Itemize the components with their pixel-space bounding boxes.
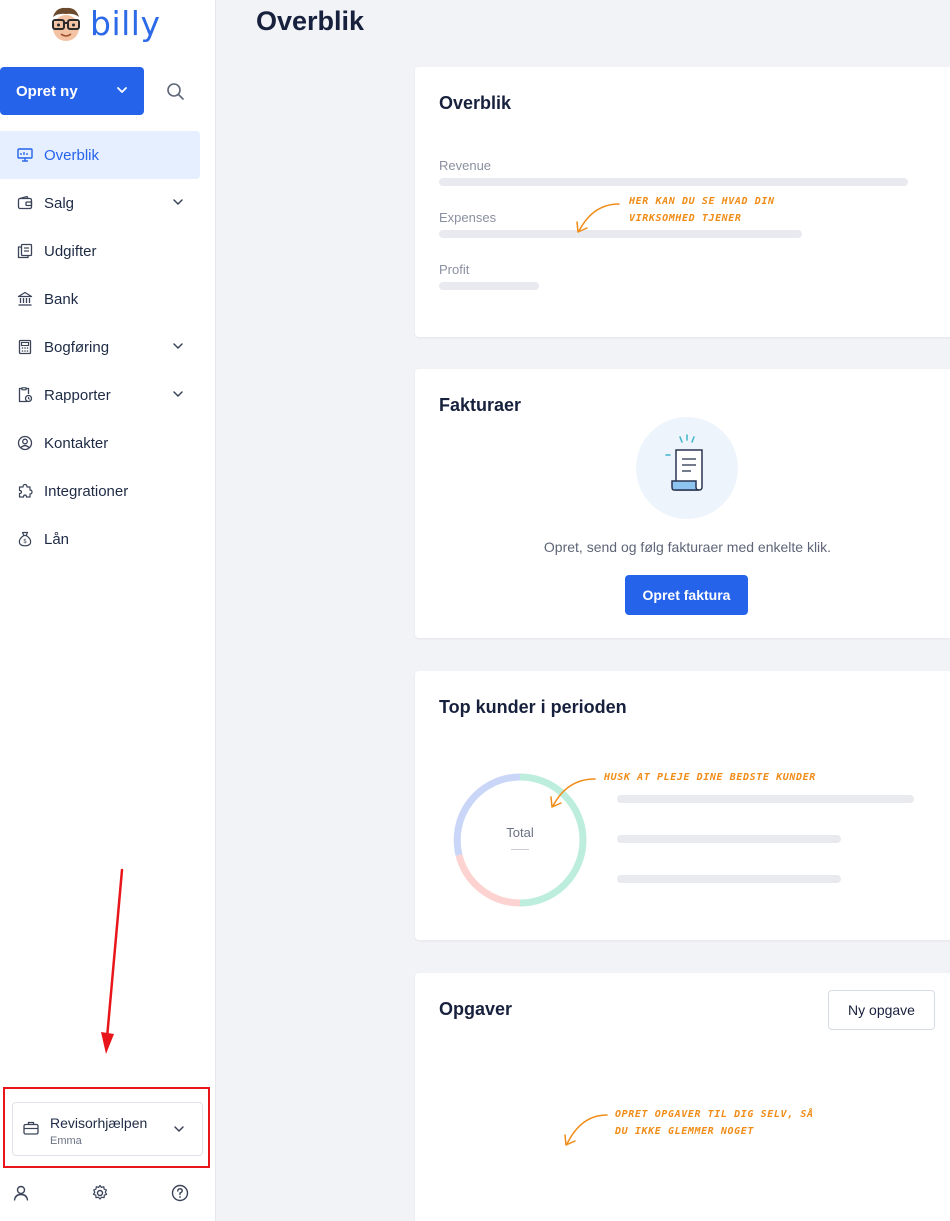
sidebar-item-rapporter[interactable]: Rapporter <box>0 371 200 419</box>
sidebar-item-bogforing[interactable]: Bogføring <box>0 323 200 371</box>
customer-placeholder-bar <box>617 795 914 803</box>
top-customers-card: Top kunder i perioden Total Husk at plej… <box>415 671 950 940</box>
sidebar-item-label: Bank <box>44 290 79 308</box>
search-icon[interactable] <box>164 80 188 104</box>
sidebar-item-label: Integrationer <box>44 482 129 500</box>
overview-hint-line-1: Her kan du se hvad din <box>629 196 775 207</box>
organization-user: Emma <box>50 1135 82 1147</box>
chevron-down-icon[interactable] <box>172 196 184 208</box>
chevron-down-icon[interactable] <box>172 340 184 352</box>
sidebar-item-salg[interactable]: Salg <box>0 179 200 227</box>
sidebar-item-bank[interactable]: Bank <box>0 275 200 323</box>
customers-hint: Husk at pleje dine bedste kunder <box>604 772 816 783</box>
invoices-card: Fakturaer Opret, send og følg fakturaer … <box>415 369 950 638</box>
chevron-down-icon[interactable] <box>172 388 184 400</box>
overview-hint: Her kan du se hvad din virksomhed tjener <box>629 193 775 227</box>
report-icon <box>16 386 34 404</box>
hint-arrow-icon <box>550 778 596 808</box>
calculator-icon <box>16 338 34 356</box>
invoice-illustration <box>636 417 738 519</box>
tasks-hint-line-2: du ikke glemmer noget <box>615 1126 755 1137</box>
chevron-down-icon <box>117 87 127 93</box>
sidebar-nav: Overblik Salg Udgifter Bank Bogføring Ra… <box>0 131 200 563</box>
receipts-icon <box>16 242 34 260</box>
invoices-card-title: Fakturaer <box>439 395 522 415</box>
logo-text: billy <box>90 4 161 43</box>
logo-face-icon <box>52 7 80 41</box>
sidebar-footer <box>0 1180 216 1206</box>
organization-highlight-box: Revisorhjælpen Emma <box>3 1087 210 1168</box>
create-new-label: Opret ny <box>16 82 78 100</box>
sidebar-item-laan[interactable]: $ Lån <box>0 515 200 563</box>
sidebar-item-label: Lån <box>44 530 70 548</box>
invoice-icon <box>665 434 703 491</box>
annotation-arrow <box>101 868 124 1054</box>
profit-placeholder-bar <box>439 282 539 290</box>
chevron-down-icon <box>174 1126 184 1132</box>
tasks-card: Opgaver Ny opgave Opret opgaver til dig … <box>415 973 950 1221</box>
donut-total-value-placeholder <box>511 849 529 850</box>
revenue-placeholder-bar <box>439 178 908 186</box>
contact-icon <box>16 434 34 452</box>
sidebar-item-label: Bogføring <box>44 338 110 356</box>
organization-name: Revisorhjælpen <box>50 1115 148 1131</box>
sidebar-item-udgifter[interactable]: Udgifter <box>0 227 200 275</box>
donut-total-label: Total <box>506 825 534 840</box>
profit-label: Profit <box>439 262 470 277</box>
sidebar-item-kontakter[interactable]: Kontakter <box>0 419 200 467</box>
expenses-label: Expenses <box>439 210 497 225</box>
sidebar-item-label: Overblik <box>44 146 100 164</box>
gear-icon[interactable] <box>91 1184 109 1202</box>
overview-card-title: Overblik <box>439 93 512 113</box>
top-customers-card-title: Top kunder i perioden <box>439 697 627 717</box>
sidebar-item-label: Kontakter <box>44 434 109 452</box>
new-task-button[interactable]: Ny opgave <box>828 990 935 1030</box>
page-title: Overblik <box>256 6 365 36</box>
organization-switcher[interactable]: Revisorhjælpen Emma <box>12 1102 203 1156</box>
sidebar-item-label: Rapporter <box>44 386 111 404</box>
hint-arrow-icon <box>564 1114 608 1146</box>
wallet-icon <box>16 194 34 212</box>
sidebar-item-integrationer[interactable]: Integrationer <box>0 467 200 515</box>
overview-hint-line-2: virksomhed tjener <box>629 213 742 224</box>
invoices-description: Opret, send og følg fakturaer med enkelt… <box>543 539 832 555</box>
create-invoice-button[interactable]: Opret faktura <box>625 575 748 615</box>
customer-placeholder-bar <box>617 875 841 883</box>
tasks-card-title: Opgaver <box>439 999 513 1019</box>
help-icon[interactable] <box>171 1184 189 1202</box>
user-icon[interactable] <box>12 1184 30 1202</box>
briefcase-icon <box>23 1121 39 1135</box>
billy-logo[interactable]: billy <box>48 4 160 44</box>
hint-arrow-icon <box>576 203 620 233</box>
create-new-button[interactable]: Opret ny <box>0 67 144 115</box>
sidebar-item-overblik[interactable]: Overblik <box>0 131 200 179</box>
revenue-label: Revenue <box>439 158 492 173</box>
sidebar-item-label: Salg <box>44 194 75 212</box>
overview-card: Overblik Revenue Expenses Profit Her kan… <box>415 67 950 337</box>
svg-text:$: $ <box>23 538 27 545</box>
puzzle-icon <box>16 482 34 500</box>
tasks-hint: Opret opgaver til dig selv, så du ikke g… <box>615 1106 814 1140</box>
dashboard-icon <box>16 146 34 164</box>
bank-icon <box>16 290 34 308</box>
money-bag-icon: $ <box>16 530 34 548</box>
sidebar-item-label: Udgifter <box>44 242 97 260</box>
customer-placeholder-bar <box>617 835 841 843</box>
tasks-hint-line-1: Opret opgaver til dig selv, så <box>615 1109 814 1120</box>
